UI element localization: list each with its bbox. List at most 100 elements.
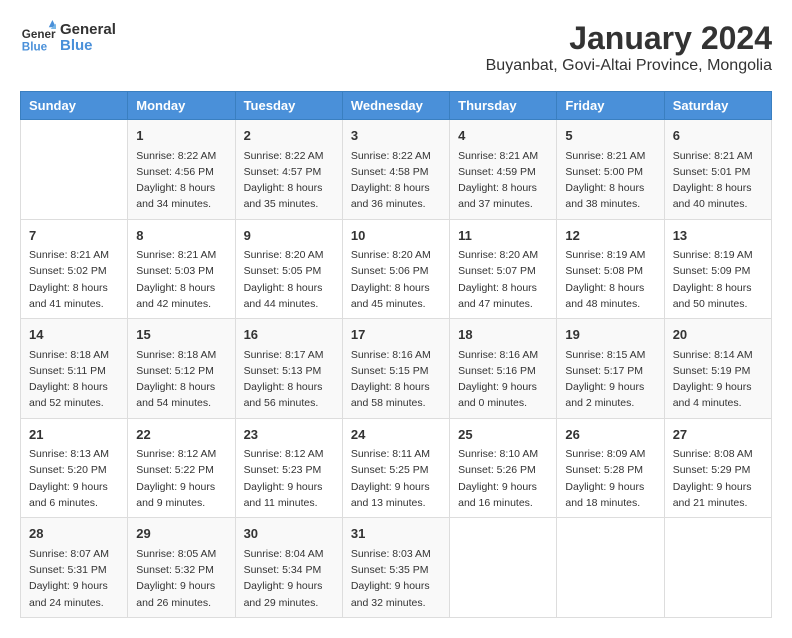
day-cell: 20Sunrise: 8:14 AM Sunset: 5:19 PM Dayli… <box>664 319 771 419</box>
day-cell: 17Sunrise: 8:16 AM Sunset: 5:15 PM Dayli… <box>342 319 449 419</box>
day-info: Sunrise: 8:22 AM Sunset: 4:58 PM Dayligh… <box>351 148 441 213</box>
day-number: 1 <box>136 126 226 146</box>
day-number: 20 <box>673 325 763 345</box>
day-info: Sunrise: 8:21 AM Sunset: 5:00 PM Dayligh… <box>565 148 655 213</box>
day-number: 14 <box>29 325 119 345</box>
day-cell: 1Sunrise: 8:22 AM Sunset: 4:56 PM Daylig… <box>128 120 235 220</box>
header-cell-tuesday: Tuesday <box>235 92 342 120</box>
day-cell: 21Sunrise: 8:13 AM Sunset: 5:20 PM Dayli… <box>21 418 128 518</box>
day-cell: 23Sunrise: 8:12 AM Sunset: 5:23 PM Dayli… <box>235 418 342 518</box>
day-number: 15 <box>136 325 226 345</box>
day-cell: 25Sunrise: 8:10 AM Sunset: 5:26 PM Dayli… <box>450 418 557 518</box>
day-info: Sunrise: 8:22 AM Sunset: 4:57 PM Dayligh… <box>244 148 334 213</box>
day-info: Sunrise: 8:16 AM Sunset: 5:16 PM Dayligh… <box>458 347 548 412</box>
calendar-subtitle: Buyanbat, Govi-Altai Province, Mongolia <box>486 57 772 75</box>
day-number: 3 <box>351 126 441 146</box>
day-number: 6 <box>673 126 763 146</box>
week-row-3: 14Sunrise: 8:18 AM Sunset: 5:11 PM Dayli… <box>21 319 772 419</box>
day-cell: 5Sunrise: 8:21 AM Sunset: 5:00 PM Daylig… <box>557 120 664 220</box>
day-info: Sunrise: 8:08 AM Sunset: 5:29 PM Dayligh… <box>673 446 763 511</box>
day-info: Sunrise: 8:11 AM Sunset: 5:25 PM Dayligh… <box>351 446 441 511</box>
week-row-4: 21Sunrise: 8:13 AM Sunset: 5:20 PM Dayli… <box>21 418 772 518</box>
day-info: Sunrise: 8:12 AM Sunset: 5:23 PM Dayligh… <box>244 446 334 511</box>
day-number: 17 <box>351 325 441 345</box>
day-cell: 30Sunrise: 8:04 AM Sunset: 5:34 PM Dayli… <box>235 518 342 618</box>
day-cell: 12Sunrise: 8:19 AM Sunset: 5:08 PM Dayli… <box>557 219 664 319</box>
day-number: 26 <box>565 425 655 445</box>
day-cell: 18Sunrise: 8:16 AM Sunset: 5:16 PM Dayli… <box>450 319 557 419</box>
day-number: 7 <box>29 226 119 246</box>
day-info: Sunrise: 8:21 AM Sunset: 5:03 PM Dayligh… <box>136 247 226 312</box>
day-info: Sunrise: 8:19 AM Sunset: 5:08 PM Dayligh… <box>565 247 655 312</box>
week-row-2: 7Sunrise: 8:21 AM Sunset: 5:02 PM Daylig… <box>21 219 772 319</box>
day-info: Sunrise: 8:20 AM Sunset: 5:05 PM Dayligh… <box>244 247 334 312</box>
day-cell <box>21 120 128 220</box>
header-cell-sunday: Sunday <box>21 92 128 120</box>
day-info: Sunrise: 8:17 AM Sunset: 5:13 PM Dayligh… <box>244 347 334 412</box>
header-cell-thursday: Thursday <box>450 92 557 120</box>
day-cell: 15Sunrise: 8:18 AM Sunset: 5:12 PM Dayli… <box>128 319 235 419</box>
day-info: Sunrise: 8:05 AM Sunset: 5:32 PM Dayligh… <box>136 546 226 611</box>
header-cell-saturday: Saturday <box>664 92 771 120</box>
day-cell: 28Sunrise: 8:07 AM Sunset: 5:31 PM Dayli… <box>21 518 128 618</box>
day-cell <box>557 518 664 618</box>
day-cell: 24Sunrise: 8:11 AM Sunset: 5:25 PM Dayli… <box>342 418 449 518</box>
week-row-5: 28Sunrise: 8:07 AM Sunset: 5:31 PM Dayli… <box>21 518 772 618</box>
week-row-1: 1Sunrise: 8:22 AM Sunset: 4:56 PM Daylig… <box>21 120 772 220</box>
header-cell-wednesday: Wednesday <box>342 92 449 120</box>
day-info: Sunrise: 8:20 AM Sunset: 5:06 PM Dayligh… <box>351 247 441 312</box>
day-cell: 4Sunrise: 8:21 AM Sunset: 4:59 PM Daylig… <box>450 120 557 220</box>
day-cell: 16Sunrise: 8:17 AM Sunset: 5:13 PM Dayli… <box>235 319 342 419</box>
day-cell: 6Sunrise: 8:21 AM Sunset: 5:01 PM Daylig… <box>664 120 771 220</box>
day-info: Sunrise: 8:20 AM Sunset: 5:07 PM Dayligh… <box>458 247 548 312</box>
calendar-header: SundayMondayTuesdayWednesdayThursdayFrid… <box>21 92 772 120</box>
day-info: Sunrise: 8:22 AM Sunset: 4:56 PM Dayligh… <box>136 148 226 213</box>
day-number: 9 <box>244 226 334 246</box>
day-info: Sunrise: 8:09 AM Sunset: 5:28 PM Dayligh… <box>565 446 655 511</box>
header-cell-friday: Friday <box>557 92 664 120</box>
day-number: 5 <box>565 126 655 146</box>
day-number: 23 <box>244 425 334 445</box>
day-info: Sunrise: 8:14 AM Sunset: 5:19 PM Dayligh… <box>673 347 763 412</box>
day-info: Sunrise: 8:16 AM Sunset: 5:15 PM Dayligh… <box>351 347 441 412</box>
day-cell: 9Sunrise: 8:20 AM Sunset: 5:05 PM Daylig… <box>235 219 342 319</box>
day-info: Sunrise: 8:04 AM Sunset: 5:34 PM Dayligh… <box>244 546 334 611</box>
day-info: Sunrise: 8:21 AM Sunset: 5:02 PM Dayligh… <box>29 247 119 312</box>
day-cell: 14Sunrise: 8:18 AM Sunset: 5:11 PM Dayli… <box>21 319 128 419</box>
day-number: 22 <box>136 425 226 445</box>
day-cell <box>664 518 771 618</box>
day-number: 8 <box>136 226 226 246</box>
day-number: 19 <box>565 325 655 345</box>
day-cell: 2Sunrise: 8:22 AM Sunset: 4:57 PM Daylig… <box>235 120 342 220</box>
page-header: General Blue General Blue January 2024 B… <box>20 20 772 75</box>
day-cell: 29Sunrise: 8:05 AM Sunset: 5:32 PM Dayli… <box>128 518 235 618</box>
logo: General Blue General Blue <box>20 20 116 56</box>
day-info: Sunrise: 8:12 AM Sunset: 5:22 PM Dayligh… <box>136 446 226 511</box>
svg-text:General: General <box>22 28 56 41</box>
day-number: 18 <box>458 325 548 345</box>
day-number: 16 <box>244 325 334 345</box>
svg-text:Blue: Blue <box>22 41 48 54</box>
day-number: 29 <box>136 524 226 544</box>
day-info: Sunrise: 8:07 AM Sunset: 5:31 PM Dayligh… <box>29 546 119 611</box>
day-cell: 22Sunrise: 8:12 AM Sunset: 5:22 PM Dayli… <box>128 418 235 518</box>
day-number: 30 <box>244 524 334 544</box>
day-cell: 31Sunrise: 8:03 AM Sunset: 5:35 PM Dayli… <box>342 518 449 618</box>
calendar-title: January 2024 <box>486 20 772 57</box>
day-number: 2 <box>244 126 334 146</box>
day-cell: 3Sunrise: 8:22 AM Sunset: 4:58 PM Daylig… <box>342 120 449 220</box>
day-info: Sunrise: 8:10 AM Sunset: 5:26 PM Dayligh… <box>458 446 548 511</box>
day-number: 11 <box>458 226 548 246</box>
day-info: Sunrise: 8:15 AM Sunset: 5:17 PM Dayligh… <box>565 347 655 412</box>
day-cell: 13Sunrise: 8:19 AM Sunset: 5:09 PM Dayli… <box>664 219 771 319</box>
day-info: Sunrise: 8:18 AM Sunset: 5:11 PM Dayligh… <box>29 347 119 412</box>
day-cell: 27Sunrise: 8:08 AM Sunset: 5:29 PM Dayli… <box>664 418 771 518</box>
calendar-table: SundayMondayTuesdayWednesdayThursdayFrid… <box>20 91 772 618</box>
day-number: 24 <box>351 425 441 445</box>
title-block: January 2024 Buyanbat, Govi-Altai Provin… <box>486 20 772 75</box>
header-row: SundayMondayTuesdayWednesdayThursdayFrid… <box>21 92 772 120</box>
day-info: Sunrise: 8:19 AM Sunset: 5:09 PM Dayligh… <box>673 247 763 312</box>
day-number: 4 <box>458 126 548 146</box>
day-info: Sunrise: 8:18 AM Sunset: 5:12 PM Dayligh… <box>136 347 226 412</box>
day-cell: 8Sunrise: 8:21 AM Sunset: 5:03 PM Daylig… <box>128 219 235 319</box>
